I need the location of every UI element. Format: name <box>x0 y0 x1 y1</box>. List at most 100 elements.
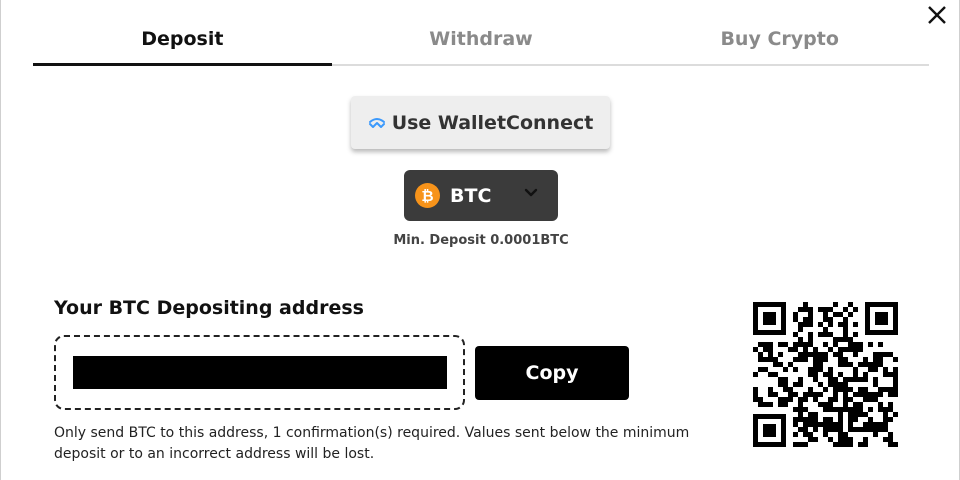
qr-module <box>838 387 843 392</box>
tab-deposit[interactable]: Deposit <box>33 24 332 66</box>
qr-module <box>843 442 848 447</box>
copy-button[interactable]: Copy <box>475 346 629 400</box>
qr-module <box>833 352 838 357</box>
qr-code <box>753 302 898 447</box>
qr-module <box>848 442 853 447</box>
qr-module <box>868 397 873 402</box>
qr-module <box>858 392 863 397</box>
qr-module <box>783 342 788 347</box>
qr-module <box>833 392 838 397</box>
qr-module <box>808 317 813 322</box>
qr-module <box>823 317 828 322</box>
qr-module <box>828 417 833 422</box>
qr-module <box>878 392 883 397</box>
qr-module <box>788 362 793 367</box>
qr-module <box>803 397 808 402</box>
qr-module <box>833 337 838 342</box>
qr-module <box>888 372 893 377</box>
qr-module <box>843 392 848 397</box>
qr-module <box>808 352 813 357</box>
qr-module <box>878 387 883 392</box>
qr-module <box>803 392 808 397</box>
qr-module <box>868 392 873 397</box>
qr-module <box>813 347 818 352</box>
qr-module <box>803 357 808 362</box>
qr-module <box>813 362 818 367</box>
qr-module <box>878 357 883 362</box>
qr-module <box>808 307 813 312</box>
coin-label: BTC <box>450 184 492 207</box>
qr-module <box>873 377 878 382</box>
qr-module <box>833 312 838 317</box>
qr-module <box>798 402 803 407</box>
qr-module <box>803 417 808 422</box>
qr-module <box>833 407 838 412</box>
qr-module <box>833 377 838 382</box>
qr-module <box>838 347 843 352</box>
qr-module <box>838 352 843 357</box>
qr-module <box>798 327 803 332</box>
qr-module <box>833 442 838 447</box>
qr-module <box>853 372 858 377</box>
qr-module <box>838 412 843 417</box>
qr-module <box>838 427 843 432</box>
qr-module <box>888 417 893 422</box>
qr-module <box>808 367 813 372</box>
qr-module <box>818 362 823 367</box>
qr-module <box>818 382 823 387</box>
qr-module <box>863 427 868 432</box>
qr-module <box>853 307 858 312</box>
qr-module <box>803 442 808 447</box>
qr-module <box>828 347 833 352</box>
tab-buy-crypto[interactable]: Buy Crypto <box>630 24 930 66</box>
qr-module <box>833 387 838 392</box>
qr-module <box>878 402 883 407</box>
qr-module <box>823 407 828 412</box>
tab-withdraw[interactable]: Withdraw <box>331 24 631 66</box>
qr-module <box>843 402 848 407</box>
qr-module <box>828 377 833 382</box>
qr-module <box>848 387 853 392</box>
qr-module <box>873 432 878 437</box>
qr-module <box>873 382 878 387</box>
qr-module <box>818 322 823 327</box>
qr-module <box>893 367 898 372</box>
qr-module <box>843 332 848 337</box>
qr-module <box>798 382 803 387</box>
qr-module <box>858 377 863 382</box>
qr-module <box>873 367 878 372</box>
qr-module <box>803 427 808 432</box>
qr-module <box>798 337 803 342</box>
walletconnect-button[interactable]: Use WalletConnect <box>351 96 610 149</box>
qr-module <box>888 432 893 437</box>
walletconnect-label: Use WalletConnect <box>391 111 594 134</box>
qr-module <box>793 367 798 372</box>
qr-module <box>848 407 853 412</box>
qr-module <box>853 377 858 382</box>
qr-module <box>778 362 783 367</box>
qr-module <box>768 402 773 407</box>
qr-module <box>803 352 808 357</box>
qr-module <box>853 352 858 357</box>
coin-select[interactable]: ₿ BTC <box>404 170 558 221</box>
qr-module <box>848 347 853 352</box>
qr-module <box>833 397 838 402</box>
qr-module <box>788 347 793 352</box>
qr-module <box>873 422 878 427</box>
qr-module <box>783 382 788 387</box>
qr-module <box>778 402 783 407</box>
qr-module <box>803 347 808 352</box>
qr-module <box>808 432 813 437</box>
qr-module <box>843 382 848 387</box>
qr-module <box>823 417 828 422</box>
qr-module <box>813 427 818 432</box>
qr-module <box>848 412 853 417</box>
qr-module <box>883 407 888 412</box>
qr-module <box>843 327 848 332</box>
qr-module <box>818 402 823 407</box>
address-field[interactable] <box>54 335 465 410</box>
qr-module <box>823 342 828 347</box>
qr-module <box>858 412 863 417</box>
qr-module <box>803 317 808 322</box>
qr-module <box>808 337 813 342</box>
